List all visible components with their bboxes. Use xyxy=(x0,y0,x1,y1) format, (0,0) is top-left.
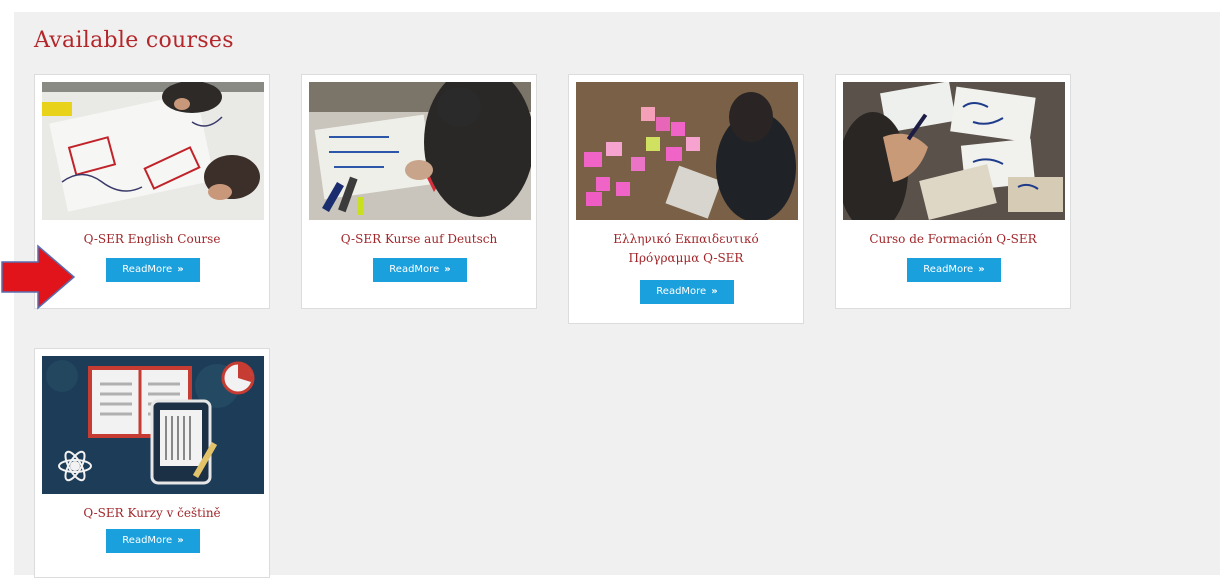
read-more-button[interactable]: ReadMore » xyxy=(640,280,734,304)
course-card-spanish[interactable]: Curso de Formación Q-SER ReadMore » xyxy=(835,74,1071,309)
course-image-graphic xyxy=(42,356,264,494)
course-card-deutsch[interactable]: Q-SER Kurse auf Deutsch ReadMore » xyxy=(301,74,537,309)
double-chevron-right-icon: » xyxy=(711,286,718,297)
course-title[interactable]: Q-SER Kurzy v češtině xyxy=(39,504,265,523)
course-card-czech[interactable]: Q-SER Kurzy v češtině ReadMore » xyxy=(34,348,270,578)
double-chevron-right-icon: » xyxy=(177,535,184,546)
read-more-label: ReadMore xyxy=(923,264,974,275)
course-image-graphic xyxy=(309,82,531,220)
course-title[interactable]: Curso de Formación Q-SER xyxy=(840,230,1066,249)
read-more-button[interactable]: ReadMore » xyxy=(106,529,200,553)
read-more-label: ReadMore xyxy=(122,264,173,275)
course-image-english[interactable] xyxy=(42,82,264,220)
course-title-line-2: Πρόγραμμα Q-SER xyxy=(628,251,744,265)
read-more-label: ReadMore xyxy=(656,286,707,297)
course-image-greek[interactable] xyxy=(576,82,798,220)
read-more-label: ReadMore xyxy=(389,264,440,275)
course-image-czech[interactable] xyxy=(42,356,264,494)
course-image-graphic xyxy=(843,82,1065,220)
course-image-graphic xyxy=(42,82,264,220)
available-courses-panel: Available courses Q-SER English Course R… xyxy=(14,12,1220,578)
double-chevron-right-icon: » xyxy=(177,264,184,275)
read-more-button[interactable]: ReadMore » xyxy=(106,258,200,282)
read-more-label: ReadMore xyxy=(122,535,173,546)
course-title-line-1: Ελληνικό Εκπαιδευτικό xyxy=(613,232,759,246)
course-image-graphic xyxy=(576,82,798,220)
double-chevron-right-icon: » xyxy=(444,264,451,275)
red-arrow-icon xyxy=(1,244,76,310)
read-more-button[interactable]: ReadMore » xyxy=(373,258,467,282)
double-chevron-right-icon: » xyxy=(978,264,985,275)
course-title[interactable]: Ελληνικό Εκπαιδευτικό Πρόγραμμα Q-SER xyxy=(573,230,799,268)
course-image-spanish[interactable] xyxy=(843,82,1065,220)
course-image-deutsch[interactable] xyxy=(309,82,531,220)
page-title: Available courses xyxy=(34,28,234,53)
read-more-button[interactable]: ReadMore » xyxy=(907,258,1001,282)
course-card-greek[interactable]: Ελληνικό Εκπαιδευτικό Πρόγραμμα Q-SER Re… xyxy=(568,74,804,324)
course-title[interactable]: Q-SER Kurse auf Deutsch xyxy=(306,230,532,249)
